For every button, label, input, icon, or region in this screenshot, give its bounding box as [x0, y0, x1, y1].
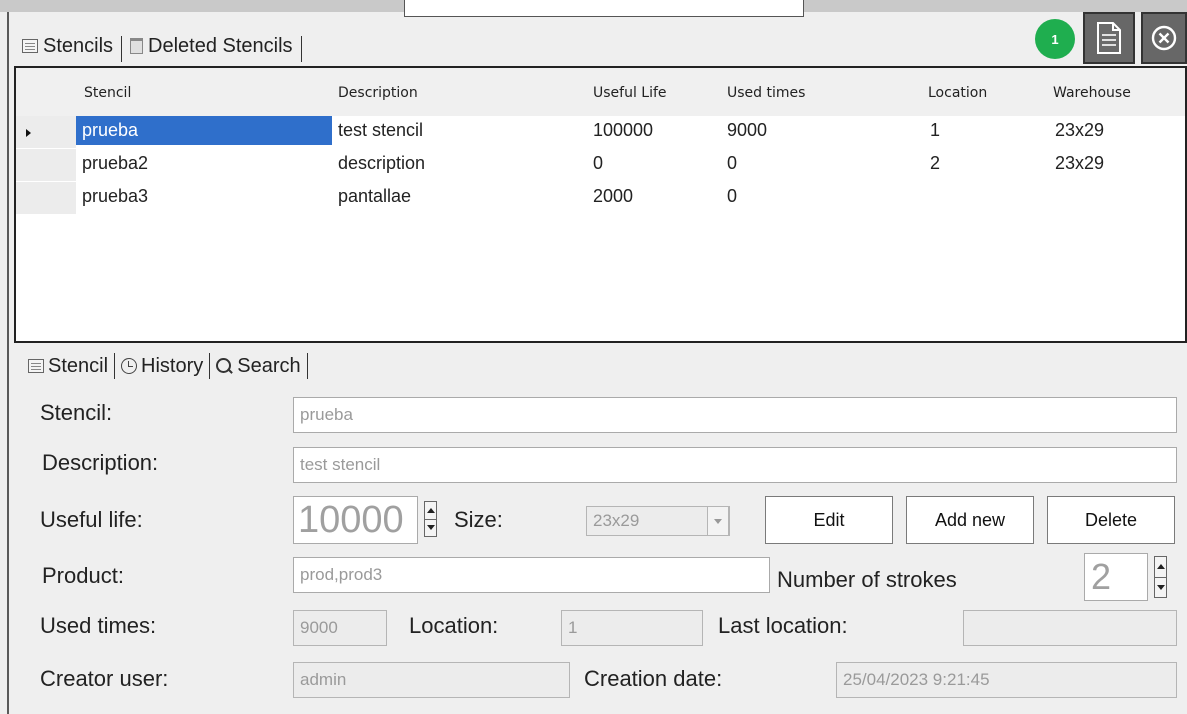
- useful-life-spin-buttons[interactable]: [424, 501, 437, 537]
- main-tabbar: Stencils Deleted Stencils: [14, 30, 302, 62]
- description-field[interactable]: test stencil: [293, 447, 1177, 483]
- tab-separator: [306, 353, 308, 379]
- table-cell[interactable]: 9000: [727, 120, 767, 141]
- table-cell[interactable]: 1: [930, 120, 940, 141]
- document-icon: [1097, 22, 1121, 54]
- table-cell[interactable]: description: [338, 153, 425, 174]
- detail-tabbar: Stencil History Search: [22, 349, 308, 383]
- location-label: Location:: [409, 613, 499, 638]
- column-header[interactable]: Description: [338, 85, 418, 101]
- tab-search-label: Search: [237, 354, 301, 377]
- close-circle-icon: [1151, 25, 1177, 51]
- used-times-label: Used times:: [40, 613, 157, 638]
- last-location-field[interactable]: [963, 610, 1177, 646]
- tab-stencils[interactable]: Stencils: [14, 30, 122, 62]
- product-field[interactable]: prod,prod3: [293, 557, 770, 593]
- stencils-grid[interactable]: Stencil Description Useful Life Used tim…: [14, 66, 1187, 343]
- table-cell[interactable]: 0: [727, 186, 737, 207]
- row-indicator[interactable]: [16, 182, 76, 215]
- edit-button[interactable]: Edit: [765, 496, 893, 544]
- trash-icon: [130, 38, 144, 54]
- table-cell[interactable]: prueba3: [82, 186, 148, 207]
- row-indicator[interactable]: [16, 149, 76, 182]
- description-label: Description:: [42, 450, 159, 475]
- creation-date-label: Creation date:: [584, 666, 723, 691]
- tab-search[interactable]: Search: [210, 349, 306, 383]
- grid-header: Stencil Description Useful Life Used tim…: [16, 68, 1185, 116]
- last-location-label: Last location:: [718, 613, 848, 638]
- window-left-border: [7, 12, 9, 714]
- tab-stencils-label: Stencils: [43, 34, 114, 57]
- column-header[interactable]: Location: [928, 85, 987, 101]
- table-cell[interactable]: prueba: [82, 120, 138, 141]
- useful-life-spinner[interactable]: 10000: [293, 496, 418, 544]
- location-field[interactable]: 1: [561, 610, 703, 646]
- tab-stencil[interactable]: Stencil: [22, 349, 114, 383]
- search-icon: [216, 357, 233, 375]
- column-header[interactable]: Stencil: [84, 85, 131, 101]
- useful-life-label: Useful life:: [40, 507, 143, 532]
- size-label: Size:: [454, 507, 503, 532]
- history-icon: [121, 358, 138, 374]
- table-cell[interactable]: 0: [593, 153, 603, 174]
- stencil-list-icon: [22, 39, 38, 53]
- size-dropdown-button[interactable]: [707, 506, 729, 536]
- stencil-field[interactable]: prueba: [293, 397, 1177, 433]
- strokes-spinner[interactable]: 2: [1084, 553, 1148, 601]
- current-row-arrow-icon: [26, 129, 31, 137]
- chevron-down-icon: [714, 518, 722, 524]
- row-indicator[interactable]: [16, 116, 76, 149]
- strokes-spin-buttons[interactable]: [1154, 556, 1167, 598]
- stencil-label: Stencil:: [40, 400, 113, 425]
- table-cell[interactable]: prueba2: [82, 153, 148, 174]
- creation-date-field[interactable]: 25/04/2023 9:21:45: [836, 662, 1177, 698]
- report-button[interactable]: [1083, 12, 1135, 64]
- column-header[interactable]: Useful Life: [593, 85, 667, 101]
- table-row[interactable]: prueba3 pantallae 2000 0: [16, 182, 1185, 215]
- used-times-field[interactable]: 9000: [293, 610, 387, 646]
- tab-deleted-stencils[interactable]: Deleted Stencils: [122, 30, 301, 62]
- top-panel-box: [404, 0, 804, 17]
- spin-down-icon[interactable]: [1155, 576, 1166, 598]
- table-cell[interactable]: 2000: [593, 186, 633, 207]
- table-cell[interactable]: 2: [930, 153, 940, 174]
- table-cell[interactable]: 23x29: [1055, 153, 1104, 174]
- column-header[interactable]: Used times: [727, 85, 805, 101]
- tab-deleted-label: Deleted Stencils: [148, 34, 293, 57]
- spin-down-icon[interactable]: [425, 518, 436, 537]
- product-label: Product:: [42, 563, 124, 588]
- table-cell[interactable]: 100000: [593, 120, 653, 141]
- add-new-button[interactable]: Add new: [906, 496, 1034, 544]
- column-header[interactable]: Warehouse: [1053, 85, 1131, 101]
- notification-badge[interactable]: 1: [1035, 19, 1075, 59]
- tab-history[interactable]: History: [115, 349, 209, 383]
- tab-separator: [300, 36, 302, 62]
- creator-user-label: Creator user:: [40, 666, 169, 691]
- tab-stencil-label: Stencil: [48, 354, 109, 377]
- stencil-list-icon: [28, 359, 44, 373]
- spin-up-icon[interactable]: [1155, 557, 1166, 577]
- tab-history-label: History: [141, 354, 204, 377]
- table-cell[interactable]: 23x29: [1055, 120, 1104, 141]
- strokes-label: Number of strokes: [777, 567, 957, 592]
- close-button[interactable]: [1141, 12, 1187, 64]
- table-cell[interactable]: 0: [727, 153, 737, 174]
- spin-up-icon[interactable]: [425, 502, 436, 519]
- table-row[interactable]: prueba2 description 0 0 2 23x29: [16, 149, 1185, 182]
- table-cell[interactable]: pantallae: [338, 186, 411, 207]
- creator-user-field[interactable]: admin: [293, 662, 570, 698]
- table-cell[interactable]: test stencil: [338, 120, 423, 141]
- table-row[interactable]: prueba test stencil 100000 9000 1 23x29: [16, 116, 1185, 149]
- delete-button[interactable]: Delete: [1047, 496, 1175, 544]
